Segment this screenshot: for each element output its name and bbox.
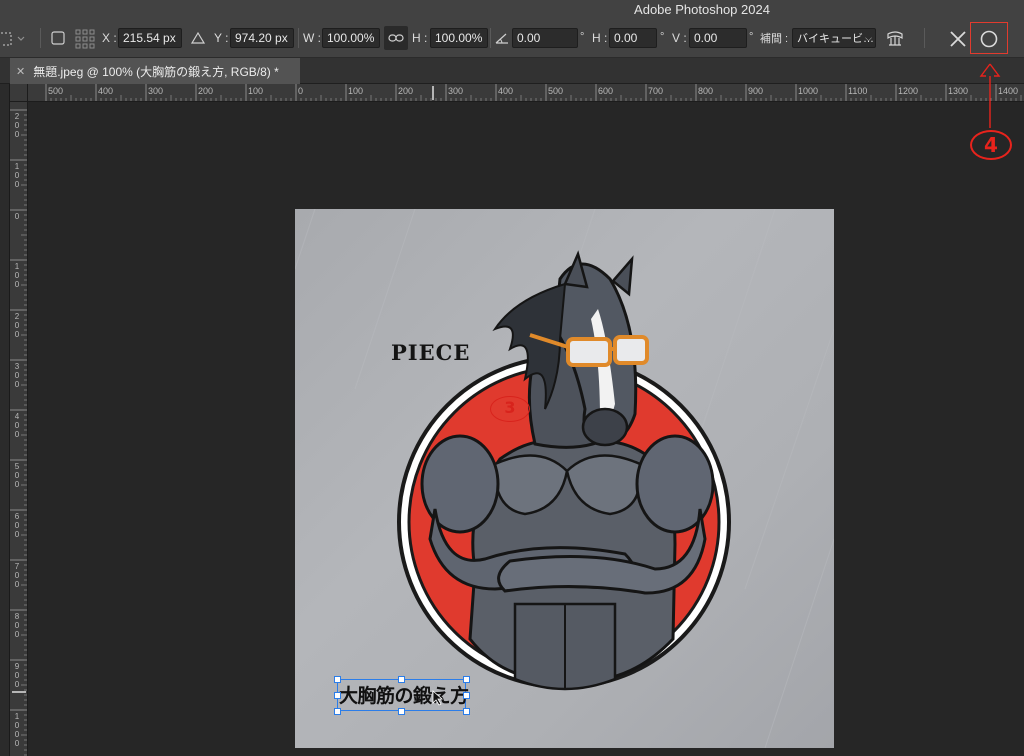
annotation-step-4: 4 bbox=[970, 130, 1012, 160]
mouse-pointer-icon bbox=[432, 690, 444, 709]
document-canvas[interactable] bbox=[295, 209, 834, 748]
w-label: W : bbox=[303, 31, 321, 45]
v-skew-unit: ° bbox=[749, 31, 754, 43]
ruler-tick-label: 900 bbox=[748, 86, 764, 96]
ruler-tick-label: 100 bbox=[14, 262, 20, 289]
x-position-field[interactable]: 215.54 px bbox=[118, 28, 182, 48]
ruler-tick-label: 300 bbox=[14, 362, 20, 389]
ruler-tick-label: 100 bbox=[14, 162, 20, 189]
separator bbox=[40, 28, 41, 48]
rotation-angle-field[interactable]: 0.00 bbox=[512, 28, 578, 48]
transform-handle[interactable] bbox=[334, 708, 341, 715]
vertical-skew-field[interactable]: 0.00 bbox=[689, 28, 747, 48]
annotation-arrow-icon bbox=[979, 63, 1001, 128]
tools-panel-edge bbox=[0, 84, 10, 756]
ruler-tick-label: 500 bbox=[14, 462, 20, 489]
ruler-tick-label: 1000 bbox=[14, 712, 20, 748]
ruler-tick-label: 100 bbox=[348, 86, 364, 96]
close-tab-icon[interactable]: ✕ bbox=[16, 65, 25, 78]
ruler-tick-label: 600 bbox=[598, 86, 614, 96]
annotation-step-3: 3 bbox=[490, 396, 530, 422]
ruler-tick-label: 400 bbox=[14, 412, 20, 439]
interpolation-select[interactable]: バイキュービ… ⌵ bbox=[792, 28, 876, 48]
link-aspect-icon[interactable] bbox=[384, 26, 408, 50]
ruler-tick-label: 300 bbox=[448, 86, 464, 96]
ruler-tick-label: 700 bbox=[14, 562, 20, 589]
interpolation-value: バイキュービ… bbox=[797, 33, 874, 45]
ruler-tick-label: 600 bbox=[14, 512, 20, 539]
vertical-ruler[interactable]: 200 100 0 100 200 300 400 500 600 700 800 900 1000 bbox=[10, 102, 28, 756]
chevron-down-icon: ⌵ bbox=[865, 33, 872, 43]
rotate-angle-icon bbox=[494, 30, 510, 46]
transform-handle[interactable] bbox=[334, 692, 341, 699]
ruler-tick-label: 1000 bbox=[798, 86, 819, 96]
ruler-tick-label: 400 bbox=[98, 86, 114, 96]
ruler-tick-label: 0 bbox=[298, 86, 304, 96]
ruler-tick-label: 500 bbox=[48, 86, 64, 96]
horizontal-ruler[interactable]: 500 400 300 200 100 0 100 200 300 400 500 600 700 800… bbox=[28, 84, 1024, 102]
ruler-tick-label: 900 bbox=[14, 662, 20, 689]
ruler-tick-label: 200 bbox=[198, 86, 214, 96]
ruler-tick-label: 500 bbox=[548, 86, 564, 96]
h-label: H : bbox=[412, 31, 428, 45]
cancel-transform-button[interactable] bbox=[946, 27, 970, 51]
warp-mode-icon[interactable] bbox=[884, 28, 906, 50]
ruler-tick-label: 1200 bbox=[898, 86, 919, 96]
transform-handle[interactable] bbox=[463, 676, 470, 683]
ruler-corner bbox=[10, 84, 28, 102]
separator bbox=[924, 28, 925, 48]
document-tab-title: 無題.jpeg @ 100% (大胸筋の鍛え方, RGB/8) * bbox=[33, 64, 279, 79]
y-position-field[interactable]: 974.20 px bbox=[230, 28, 294, 48]
ruler-tick-label: 200 bbox=[14, 112, 20, 139]
options-bar: Adobe Photoshop 2024 X : 215.54 px Y : 9… bbox=[0, 0, 1024, 58]
interpolation-label: 補間 : bbox=[760, 33, 789, 45]
x-label: X : bbox=[102, 31, 117, 45]
piece-text-layer[interactable]: PIECE bbox=[391, 340, 470, 365]
ruler-tick-label: 800 bbox=[698, 86, 714, 96]
tool-preset-icon[interactable] bbox=[0, 29, 26, 49]
ruler-tick-label: 1100 bbox=[848, 86, 868, 96]
y-label: Y : bbox=[214, 31, 229, 45]
layer-text: 大胸筋の鍛え方 bbox=[339, 685, 469, 707]
transform-handle[interactable] bbox=[398, 708, 405, 715]
relative-position-icon[interactable] bbox=[190, 30, 206, 46]
ruler-tick-label: 1300 bbox=[948, 86, 969, 96]
h-skew-label: H : bbox=[592, 31, 608, 45]
ruler-tick-label: 200 bbox=[398, 86, 414, 96]
ruler-tick-label: 0 bbox=[14, 212, 20, 221]
document-tab[interactable]: ✕ 無題.jpeg @ 100% (大胸筋の鍛え方, RGB/8) * bbox=[10, 58, 300, 84]
transform-handle[interactable] bbox=[463, 692, 470, 699]
transform-handle[interactable] bbox=[334, 676, 341, 683]
angle-unit: ° bbox=[580, 31, 585, 43]
app-title: Adobe Photoshop 2024 bbox=[634, 2, 770, 17]
horse-illustration bbox=[295, 209, 834, 748]
height-field[interactable]: 100.00% bbox=[430, 28, 488, 48]
annotation-highlight-box bbox=[970, 22, 1008, 54]
ruler-tick-label: 200 bbox=[14, 312, 20, 339]
ruler-tick-label: 300 bbox=[148, 86, 164, 96]
h-skew-unit: ° bbox=[660, 31, 665, 43]
separator bbox=[490, 28, 491, 48]
reference-point-grid-icon[interactable] bbox=[74, 28, 96, 50]
v-skew-label: V : bbox=[672, 31, 687, 45]
width-field[interactable]: 100.00% bbox=[322, 28, 380, 48]
ruler-tick-label: 700 bbox=[648, 86, 664, 96]
text-layer-transform-box[interactable]: 大胸筋の鍛え方 bbox=[337, 679, 469, 711]
ruler-tick-label: 400 bbox=[498, 86, 514, 96]
transform-handle[interactable] bbox=[463, 708, 470, 715]
transform-handle[interactable] bbox=[398, 676, 405, 683]
separator bbox=[298, 28, 299, 48]
ruler-tick-label: 800 bbox=[14, 612, 20, 639]
horizontal-skew-field[interactable]: 0.00 bbox=[609, 28, 657, 48]
reference-point-checkbox[interactable] bbox=[50, 30, 66, 46]
document-tab-bar: ✕ 無題.jpeg @ 100% (大胸筋の鍛え方, RGB/8) * bbox=[0, 58, 1024, 84]
ruler-tick-label: 100 bbox=[248, 86, 264, 96]
